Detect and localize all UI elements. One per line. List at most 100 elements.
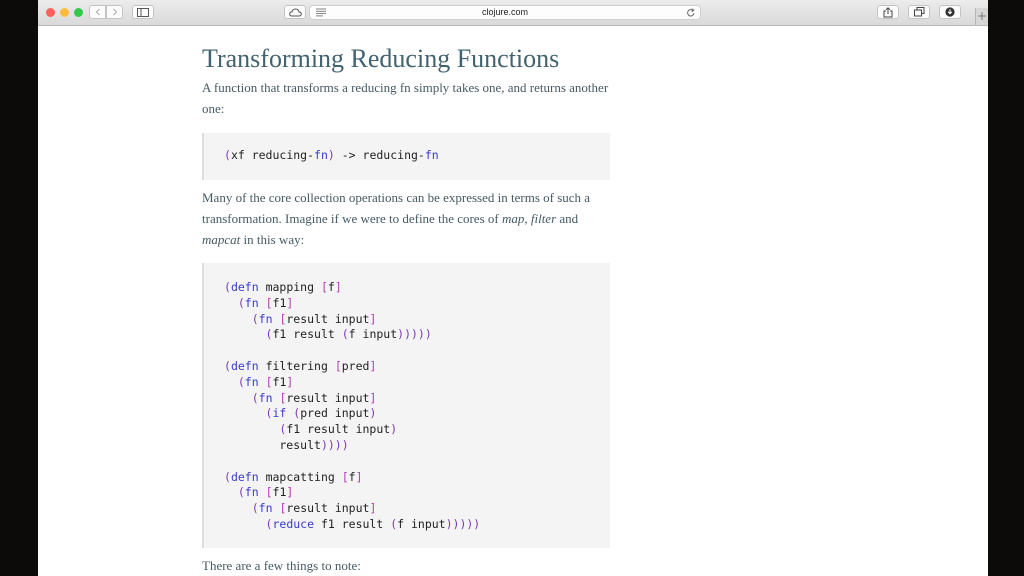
code-text: mapcatting: [258, 469, 342, 484]
code-line: (fn [f1]: [224, 375, 293, 389]
code-line: (fn [result input]: [224, 501, 377, 516]
code-text: result input: [286, 501, 370, 516]
code-text: f input: [397, 516, 446, 531]
code-keyword: defn: [230, 280, 259, 294]
code-delimiter: [: [334, 358, 342, 373]
code-keyword: fn: [244, 485, 259, 500]
mapcat-term: mapcat: [202, 232, 241, 247]
code-delimiter: [: [341, 469, 349, 484]
share-icon: [883, 6, 893, 17]
code-line: (fn [result input]: [224, 311, 377, 326]
code-text: f1 result: [314, 516, 391, 531]
code-delimiter: ): [327, 148, 335, 162]
zoom-window-button[interactable]: [74, 8, 83, 17]
browser-toolbar: clojure.com +: [38, 0, 988, 26]
page-content: Transforming Reducing Functions A functi…: [38, 26, 988, 576]
code-block-signature: (xf reducing-fn) -> reducing-fn: [202, 133, 610, 180]
code-keyword: defn: [230, 358, 259, 373]
code-text: f input: [348, 327, 398, 342]
code-text: -> reducing-: [334, 148, 425, 162]
code-text: filtering: [258, 358, 335, 373]
forward-button[interactable]: [106, 5, 123, 19]
code-text: pred input: [300, 406, 370, 421]
browser-window: clojure.com + Transforming Reducing Func…: [38, 0, 988, 576]
address-bar[interactable]: clojure.com: [309, 5, 701, 20]
new-tab-button[interactable]: +: [975, 8, 988, 25]
code-delimiter: ]: [334, 280, 342, 294]
code-text: f1 result: [272, 327, 342, 342]
code-delimiter: (: [341, 327, 349, 342]
download-icon: [945, 7, 955, 17]
cloud-icon: [288, 7, 302, 16]
code-delimiter: ]: [369, 501, 377, 516]
code-line: (f1 result input): [224, 422, 397, 436]
code-delimiter: ))))): [397, 327, 432, 342]
tabs-icon: [913, 7, 924, 17]
chevron-right-icon: [112, 8, 117, 16]
code-line: (fn [result input]: [224, 390, 377, 405]
icloud-tabs-button[interactable]: [284, 5, 306, 19]
code-delimiter: (: [224, 469, 231, 484]
code-delimiter: ]: [369, 358, 377, 373]
sidebar-button[interactable]: [132, 5, 154, 19]
code-text: f1: [272, 485, 287, 500]
code-keyword: fn: [258, 390, 273, 405]
code-line: (fn [f1]: [224, 485, 293, 499]
address-bar-url: clojure.com: [481, 7, 528, 17]
code-delimiter: [: [265, 295, 273, 310]
code-line: (defn mapcatting [f]: [224, 470, 363, 484]
code-line: (f1 result (f input))))): [224, 327, 432, 341]
code-text: f: [348, 469, 356, 484]
code-signature: (xf reducing-fn) -> reducing-fn: [224, 148, 439, 164]
reload-icon[interactable]: [686, 8, 696, 18]
code-keyword: fn: [314, 148, 328, 162]
code-delimiter: (: [237, 374, 245, 389]
code-delimiter: ]: [369, 311, 377, 326]
code-keyword: fn: [244, 295, 259, 310]
code-delimiter: ]: [286, 485, 294, 500]
code-text: xf reducing-: [230, 148, 315, 162]
code-delimiter: (: [224, 358, 231, 373]
code-text: pred: [341, 358, 370, 373]
code-delimiter: ))))): [445, 516, 481, 531]
code-keyword: defn: [230, 469, 259, 484]
code-delimiter: (: [237, 485, 245, 500]
notes-paragraph: There are a few things to note:: [202, 558, 361, 573]
code-text: result input: [286, 311, 370, 326]
intro-paragraph: A function that transforms a reducing fn…: [202, 80, 609, 116]
minimize-window-button[interactable]: [60, 8, 69, 17]
scrolled-text-fragment: [250, 18, 255, 28]
code-delimiter: ]: [286, 295, 294, 310]
code-delimiter: ]: [355, 469, 363, 484]
code-keyword: fn: [258, 311, 273, 326]
code-keyword: fn: [258, 501, 273, 516]
code-delimiter: )))): [320, 437, 349, 452]
code-delimiter: (: [251, 390, 259, 405]
close-window-button[interactable]: [46, 8, 55, 17]
code-delimiter: (: [251, 311, 259, 326]
code-text: result input: [286, 390, 370, 405]
tab-overview-button[interactable]: [908, 5, 930, 19]
code-text: f1: [272, 295, 287, 310]
code-delimiter: ): [369, 406, 377, 421]
downloads-button[interactable]: [939, 5, 961, 19]
share-button[interactable]: [877, 5, 899, 19]
code-line: result)))): [224, 437, 349, 452]
back-button[interactable]: [89, 5, 106, 19]
code-keyword: reduce: [272, 516, 315, 531]
sidebar-icon: [137, 7, 149, 17]
code-block-definitions: (defn mapping [f] (fn [f1] (fn [result i…: [202, 263, 610, 548]
description-paragraph: Many of the core collection operations c…: [202, 187, 602, 250]
chevron-left-icon: [95, 8, 100, 16]
